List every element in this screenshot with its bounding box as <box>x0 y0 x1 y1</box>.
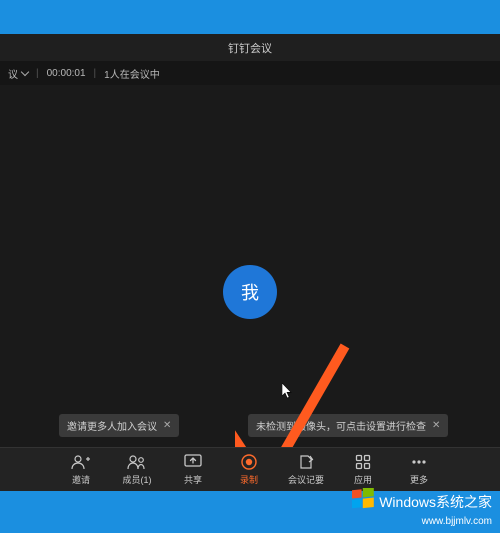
toolbar-label: 成员(1) <box>122 473 151 486</box>
participant-count: 1人在会议中 <box>104 66 160 81</box>
members-button[interactable]: 成员(1) <box>120 453 154 486</box>
separator: | <box>36 68 39 79</box>
toolbar-label: 邀请 <box>72 473 90 486</box>
meeting-window: 钉钉会议 议 | 00:00:01 | 1人在会议中 我 <box>0 34 500 491</box>
camera-warning-tooltip: 未检测到摄像头，可点击设置进行检查 ✕ <box>248 414 448 437</box>
share-icon <box>184 453 202 471</box>
close-icon[interactable]: ✕ <box>163 420 171 431</box>
watermark: Windows系统之家 www.bjjmlv.com <box>352 488 492 527</box>
window-title-bar: 钉钉会议 <box>0 34 500 61</box>
minutes-icon <box>298 453 314 471</box>
video-area: 我 邀请更多人加入会议 ✕ <box>0 85 500 447</box>
toolbar-label: 会议记要 <box>288 473 324 486</box>
close-icon[interactable]: ✕ <box>432 420 440 431</box>
toolbar-label: 共享 <box>184 473 202 486</box>
tooltip-text: 未检测到摄像头，可点击设置进行检查 <box>256 418 426 433</box>
minutes-button[interactable]: 会议记要 <box>288 453 324 486</box>
avatar-label: 我 <box>241 279 259 305</box>
invite-tooltip: 邀请更多人加入会议 ✕ <box>59 414 179 437</box>
invite-button[interactable]: 邀请 <box>64 453 98 486</box>
record-button[interactable]: 录制 <box>232 453 266 486</box>
self-avatar[interactable]: 我 <box>223 265 277 319</box>
toolbar-label: 更多 <box>410 473 428 486</box>
mouse-cursor-icon <box>282 383 293 402</box>
meeting-timer: 00:00:01 <box>47 68 86 79</box>
watermark-text: Windows系统之家 <box>379 492 492 512</box>
desktop-background: 钉钉会议 议 | 00:00:01 | 1人在会议中 我 <box>0 0 500 533</box>
separator: | <box>94 68 97 79</box>
chevron-down-icon <box>21 68 29 76</box>
more-icon <box>410 453 428 471</box>
windows-logo-icon <box>352 488 374 515</box>
apps-button[interactable]: 应用 <box>346 453 380 486</box>
members-icon <box>127 453 147 471</box>
watermark-url: www.bjjmlv.com <box>422 516 492 527</box>
share-button[interactable]: 共享 <box>176 453 210 486</box>
status-bar: 议 | 00:00:01 | 1人在会议中 <box>0 61 500 85</box>
more-button[interactable]: 更多 <box>402 453 436 486</box>
record-icon <box>241 453 257 471</box>
tooltip-text: 邀请更多人加入会议 <box>67 418 157 433</box>
toolbar-label: 录制 <box>240 473 258 486</box>
window-title: 钉钉会议 <box>228 40 272 56</box>
invite-icon <box>71 453 91 471</box>
bottom-toolbar: 邀请 成员(1) <box>0 447 500 491</box>
meeting-dropdown[interactable]: 议 <box>8 66 28 81</box>
apps-icon <box>355 453 371 471</box>
toolbar-label: 应用 <box>354 473 372 486</box>
